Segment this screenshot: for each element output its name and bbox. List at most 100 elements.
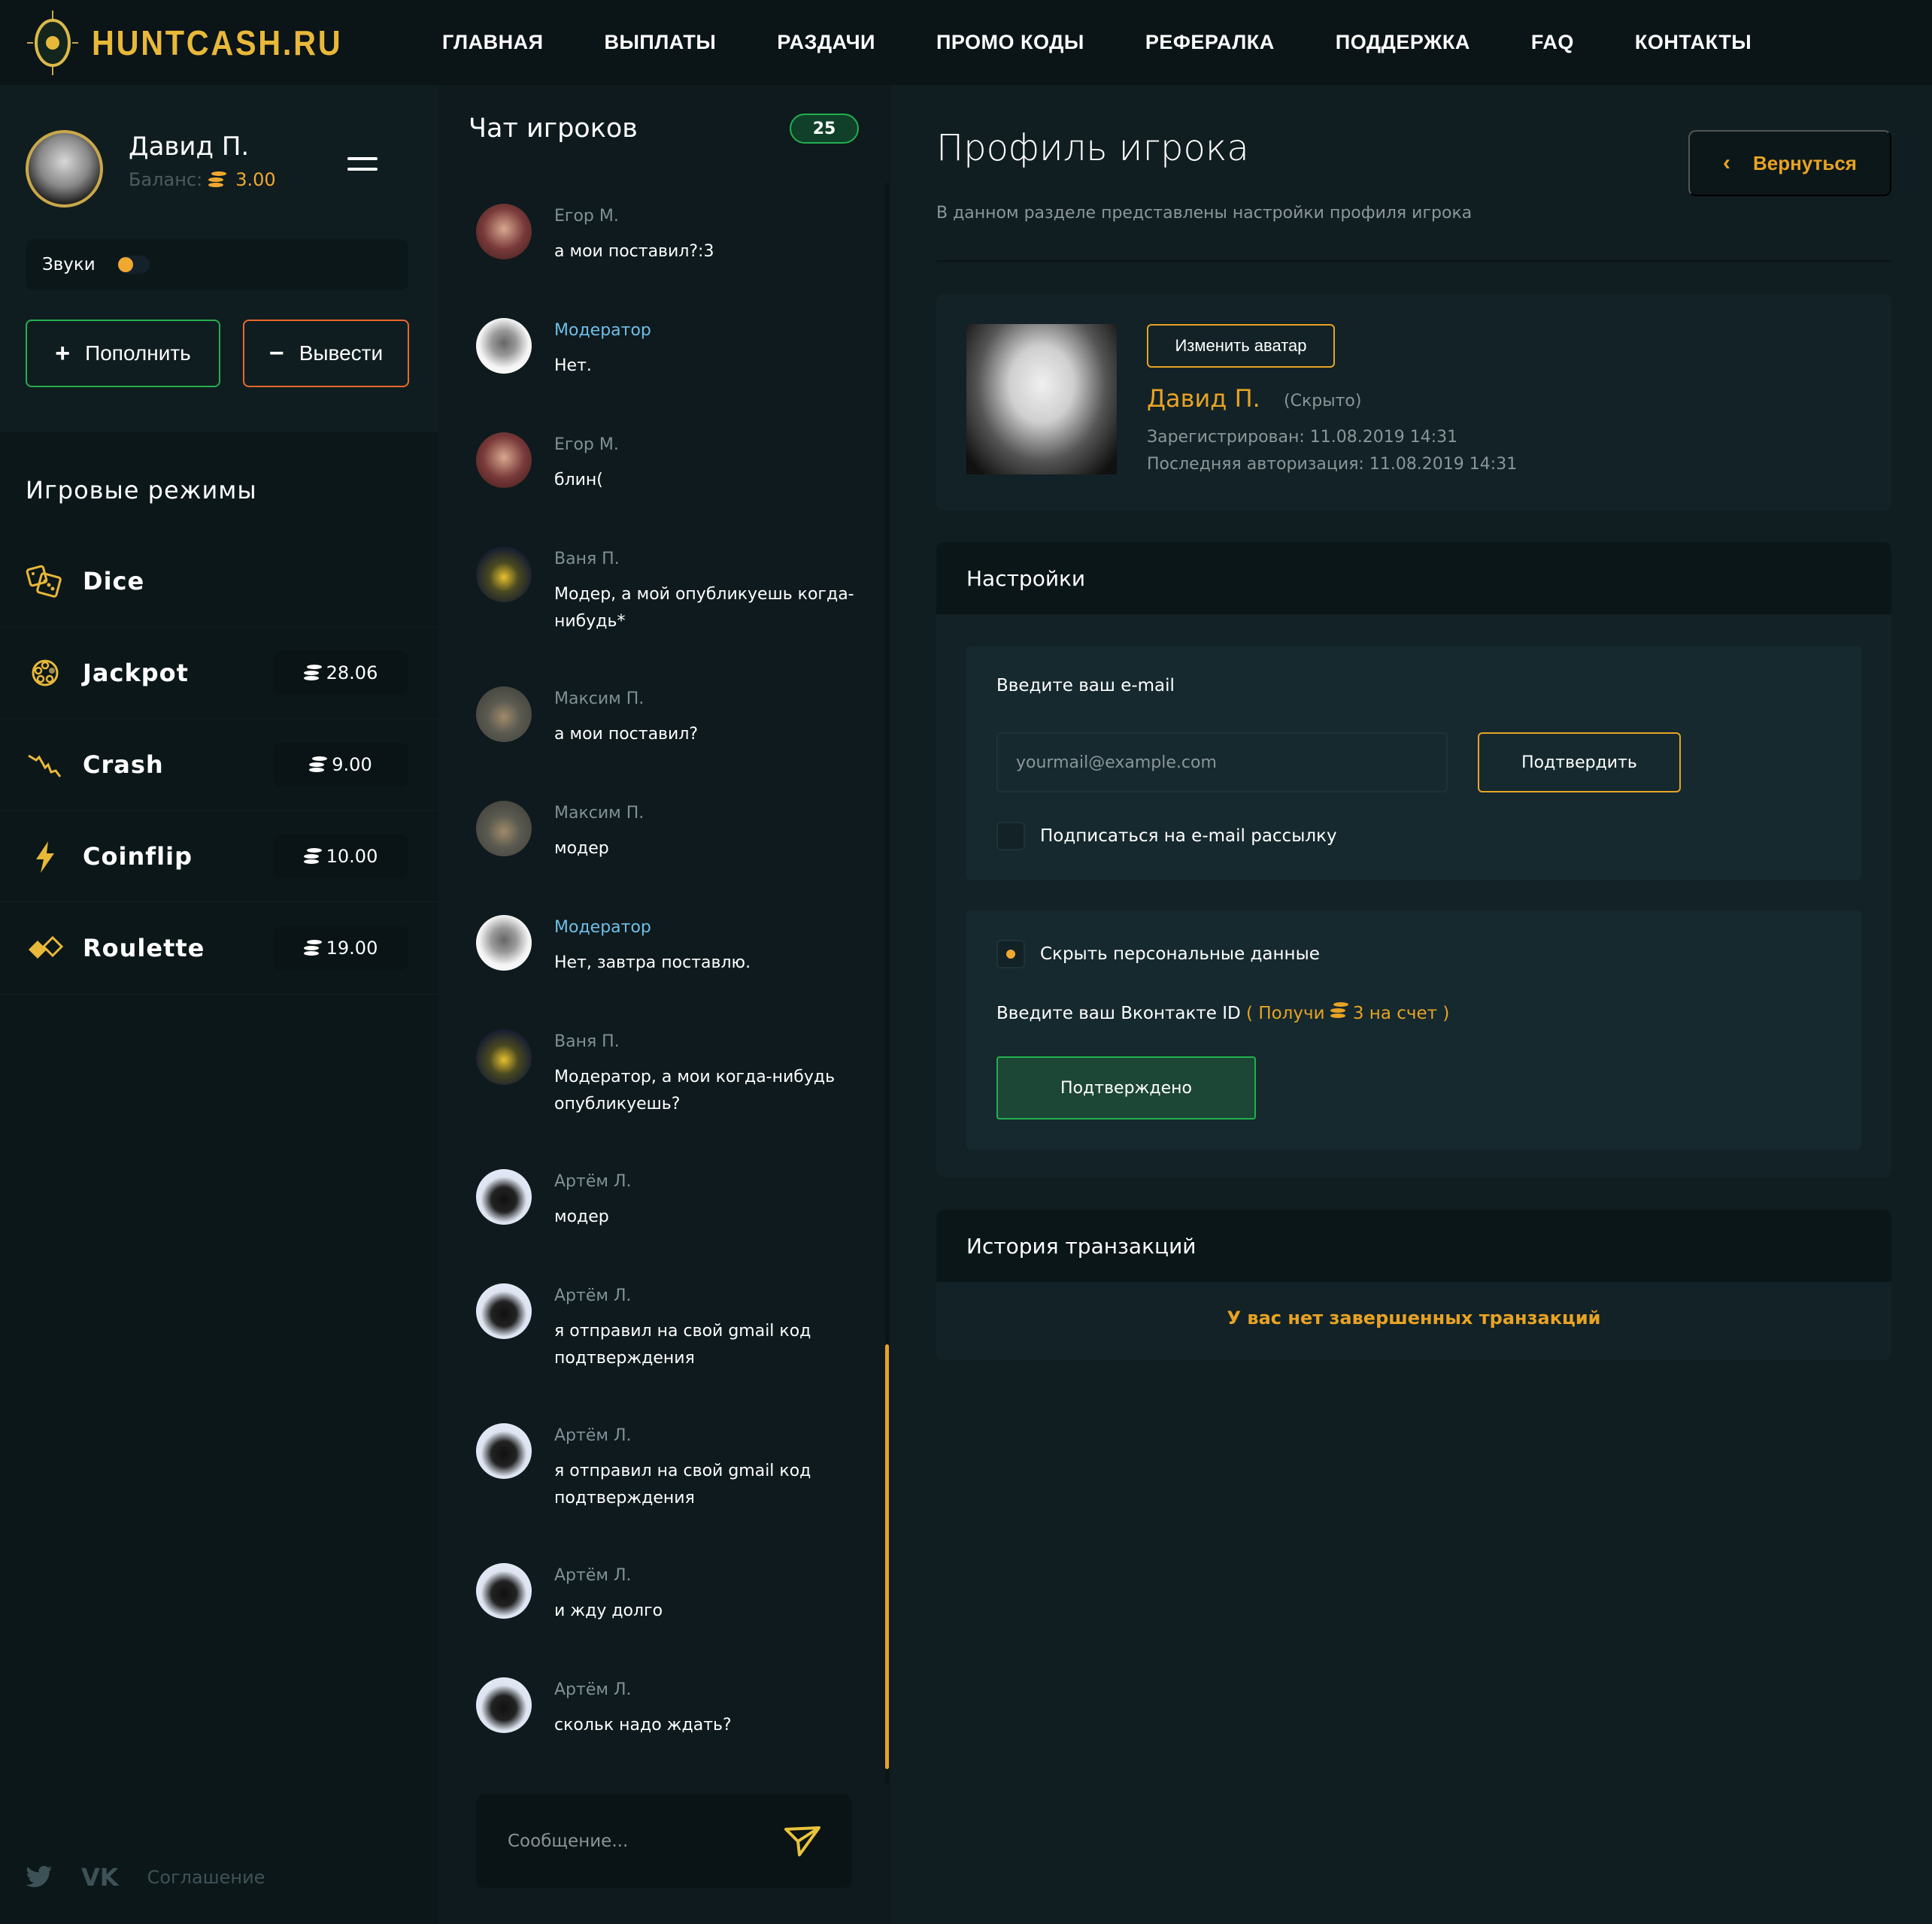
- user-avatar[interactable]: [26, 130, 103, 208]
- chat-avatar[interactable]: [476, 204, 532, 259]
- nav-support[interactable]: ПОДДЕРЖКА: [1336, 31, 1470, 54]
- coins-icon: [1330, 1002, 1348, 1019]
- deposit-button[interactable]: + Пополнить: [26, 320, 220, 387]
- chat-author[interactable]: Артём Л.: [554, 1286, 632, 1305]
- hide-data-checkbox[interactable]: [996, 940, 1025, 968]
- nav-contacts[interactable]: КОНТАКТЫ: [1635, 31, 1752, 54]
- online-count-badge: 25: [790, 114, 859, 144]
- page-subtitle: В данном разделе представлены настройки …: [936, 204, 1473, 223]
- last-login-date: Последняя авторизация: 11.08.2019 14:31: [1147, 455, 1518, 474]
- chat-author[interactable]: Модератор: [554, 321, 651, 340]
- deposit-label: Пополнить: [85, 341, 191, 365]
- chat-message-input[interactable]: [508, 1826, 763, 1856]
- profile-name: Давид П.: [1147, 384, 1260, 413]
- plus-icon: +: [55, 338, 71, 368]
- chat-author[interactable]: Артём Л.: [554, 1680, 632, 1699]
- nav-promo-codes[interactable]: ПРОМО КОДЫ: [936, 31, 1084, 54]
- game-bank-amount: 10.00: [326, 846, 378, 867]
- chat-avatar[interactable]: [476, 1423, 532, 1479]
- chat-text: я отправил на свой gmail код подтвержден…: [554, 1462, 811, 1507]
- chat-avatar[interactable]: [476, 915, 532, 971]
- chat-author[interactable]: Артём Л.: [554, 1172, 632, 1191]
- change-avatar-button[interactable]: Изменить аватар: [1147, 324, 1335, 368]
- chat-avatar[interactable]: [476, 1283, 532, 1339]
- player-chat: Чат игроков 25 Егор М. а мои поставил?:3 М…: [438, 85, 891, 1924]
- user-name: Давид П.: [129, 132, 250, 162]
- subscribe-checkbox[interactable]: [996, 822, 1025, 850]
- profile-photo: [966, 324, 1117, 474]
- nav-payouts[interactable]: ВЫПЛАТЫ: [604, 31, 716, 54]
- chat-author[interactable]: Егор М.: [554, 207, 619, 226]
- nav-giveaways[interactable]: РАЗДАЧИ: [777, 31, 875, 54]
- user-card: Давид П. Баланс: 3.00 Звуки + Пополнить …: [0, 85, 438, 432]
- game-bank-badge: 28.06: [273, 651, 408, 695]
- chat-avatar[interactable]: [476, 1563, 532, 1619]
- chat-avatar[interactable]: [476, 318, 532, 374]
- game-item-jackpot[interactable]: Jackpot 28.06: [0, 628, 438, 720]
- back-button[interactable]: ‹ Вернуться: [1688, 130, 1891, 196]
- game-item-dice[interactable]: Dice: [0, 536, 438, 628]
- game-name: Roulette: [83, 934, 205, 962]
- game-item-crash[interactable]: Crash 9.00: [0, 720, 438, 811]
- profile-card: Изменить аватар Давид П. (Скрыто) Зареги…: [936, 294, 1891, 511]
- chat-avatar[interactable]: [476, 547, 532, 602]
- verified-button[interactable]: Подтверждено: [996, 1056, 1256, 1120]
- chat-author[interactable]: Модератор: [554, 918, 651, 937]
- history-empty-message: У вас нет завершенных транзакций: [1227, 1307, 1601, 1329]
- nav-home[interactable]: ГЛАВНАЯ: [442, 31, 543, 54]
- game-modes-title: Игровые режимы: [26, 476, 257, 504]
- game-name: Dice: [83, 567, 145, 595]
- chat-author[interactable]: Артём Л.: [554, 1426, 632, 1445]
- vk-bonus: ( Получи 3 на счет ): [1246, 1002, 1449, 1023]
- sidebar-footer: VK Соглашение: [26, 1863, 265, 1892]
- chat-author[interactable]: Ваня П.: [554, 1032, 620, 1051]
- chat-author[interactable]: Егор М.: [554, 435, 619, 454]
- game-bank-amount: 28.06: [326, 662, 378, 683]
- agreement-link[interactable]: Соглашение: [147, 1867, 265, 1888]
- profile-page: Профиль игрока В данном разделе представ…: [891, 85, 1932, 1924]
- logo[interactable]: HUNTCASH.RU: [23, 9, 370, 77]
- chat-author[interactable]: Максим П.: [554, 689, 644, 708]
- chat-text: блин(: [554, 471, 603, 489]
- chat-avatar[interactable]: [476, 1677, 532, 1733]
- chat-scrollbar-thumb[interactable]: [885, 1344, 889, 1769]
- chevron-left-icon: ‹: [1723, 150, 1731, 175]
- game-bank-badge: 9.00: [273, 743, 408, 786]
- chat-author[interactable]: Ваня П.: [554, 550, 620, 568]
- nav-referral[interactable]: РЕФЕРАЛКА: [1145, 31, 1275, 54]
- balance-label: Баланс:: [129, 169, 203, 190]
- menu-icon[interactable]: [347, 157, 378, 174]
- game-item-coinflip[interactable]: Coinflip 10.00: [0, 811, 438, 903]
- withdraw-button[interactable]: − Вывести: [243, 320, 409, 387]
- email-input[interactable]: [996, 732, 1448, 792]
- chat-text: а мои поставил?:3: [554, 242, 714, 261]
- lightning-icon: [36, 841, 54, 873]
- user-balance: Баланс: 3.00: [129, 169, 276, 190]
- nav-faq[interactable]: FAQ: [1531, 31, 1574, 54]
- chat-avatar[interactable]: [476, 686, 532, 742]
- top-header: HUNTCASH.RU ГЛАВНАЯ ВЫПЛАТЫ РАЗДАЧИ ПРОМ…: [0, 0, 1932, 85]
- game-item-roulette[interactable]: Roulette 19.00: [0, 903, 438, 995]
- email-label: Введите ваш e-mail: [996, 676, 1175, 695]
- vk-icon[interactable]: VK: [81, 1863, 119, 1892]
- email-settings: Введите ваш e-mail Подтвердить Подписать…: [966, 646, 1861, 880]
- send-icon[interactable]: [784, 1825, 820, 1858]
- chat-avatar[interactable]: [476, 1029, 532, 1085]
- chat-avatar[interactable]: [476, 1169, 532, 1225]
- privacy-settings: Скрыть персональные данные Введите ваш В…: [966, 910, 1861, 1150]
- coins-icon: [303, 940, 322, 956]
- sound-toggle[interactable]: [117, 256, 150, 274]
- chat-author[interactable]: Артём Л.: [554, 1566, 632, 1585]
- minus-icon: −: [268, 338, 284, 368]
- chat-author[interactable]: Максим П.: [554, 804, 644, 823]
- twitter-icon[interactable]: [26, 1865, 53, 1889]
- coins-icon: [303, 665, 322, 681]
- chat-avatar[interactable]: [476, 801, 532, 856]
- chat-text: и жду долго: [554, 1601, 663, 1620]
- vk-label-text: Введите ваш Вконтакте ID: [996, 1004, 1241, 1023]
- chat-avatar[interactable]: [476, 432, 532, 488]
- settings-title: Настройки: [936, 542, 1891, 614]
- sound-setting: Звуки: [26, 239, 408, 290]
- confirm-email-button[interactable]: Подтвердить: [1478, 732, 1681, 792]
- hide-data-label: Скрыть персональные данные: [1040, 944, 1320, 964]
